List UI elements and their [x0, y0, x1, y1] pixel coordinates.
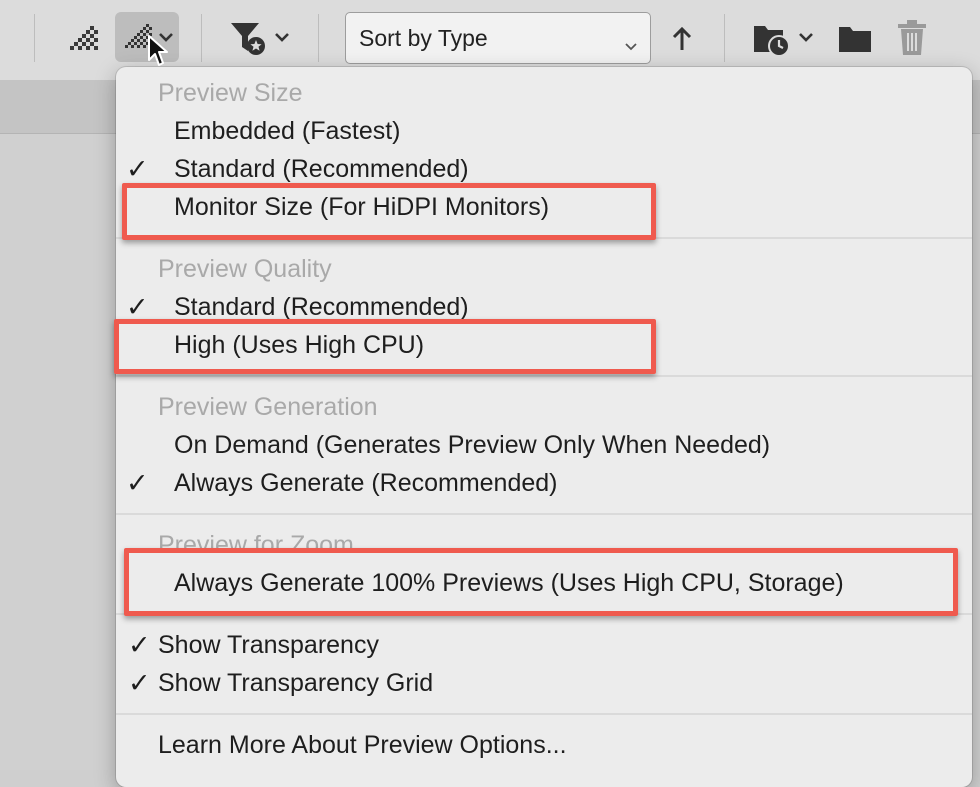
- menu-divider: [116, 375, 972, 377]
- menu-item-on-demand[interactable]: On Demand (Generates Preview Only When N…: [116, 426, 972, 464]
- menu-divider: [116, 713, 972, 715]
- menu-item-label: Embedded (Fastest): [174, 117, 401, 145]
- checkmark-icon: ✓: [126, 468, 149, 498]
- checkmark-icon: ✓: [128, 668, 151, 698]
- menu-section-header: Preview Quality: [116, 250, 972, 288]
- recent-folder-icon[interactable]: [750, 18, 794, 58]
- checkmark-icon: ✓: [128, 630, 151, 660]
- highlight-box: [122, 183, 656, 240]
- preview-size-header: Preview Size: [158, 79, 303, 107]
- menu-item-show-transparency[interactable]: ✓ Show Transparency: [116, 626, 972, 664]
- menu-divider: [116, 513, 972, 515]
- toolbar-separator: [318, 14, 319, 62]
- menu-item-label: On Demand (Generates Preview Only When N…: [174, 431, 771, 459]
- highlight-box: [114, 319, 656, 374]
- menu-item-show-transparency-grid[interactable]: ✓ Show Transparency Grid: [116, 664, 972, 702]
- new-folder-icon[interactable]: [835, 22, 875, 56]
- chevron-down-icon[interactable]: [796, 28, 816, 48]
- sort-ascending-icon[interactable]: [668, 22, 696, 56]
- menu-item-label: Always Generate (Recommended): [174, 469, 558, 497]
- chevron-down-icon: [624, 31, 638, 58]
- sort-by-label: Sort by Type: [359, 24, 488, 51]
- toolbar-separator: [724, 14, 725, 62]
- toolbar-separator: [201, 14, 202, 62]
- preview-generation-header: Preview Generation: [158, 393, 378, 421]
- preview-options-menu: Preview Size Embedded (Fastest) ✓ Standa…: [116, 67, 972, 787]
- menu-item-label: Learn More About Preview Options...: [158, 731, 567, 759]
- menu-item-label: Show Transparency: [158, 631, 379, 659]
- menu-item-embedded[interactable]: Embedded (Fastest): [116, 112, 972, 150]
- preview-quality-header: Preview Quality: [158, 255, 332, 283]
- menu-section-header: Preview Generation: [116, 388, 972, 426]
- menu-section-header: Preview Size: [116, 74, 972, 112]
- mouse-cursor-icon: [147, 34, 171, 73]
- menu-item-always-generate[interactable]: ✓ Always Generate (Recommended): [116, 464, 972, 502]
- chevron-down-icon[interactable]: [272, 28, 292, 48]
- filter-icon[interactable]: [228, 18, 268, 58]
- highlight-box: [124, 548, 958, 616]
- sort-by-select[interactable]: Sort by Type: [345, 12, 651, 64]
- menu-item-label: Show Transparency Grid: [158, 669, 434, 697]
- trash-icon[interactable]: [893, 18, 931, 58]
- menu-item-learn-more[interactable]: Learn More About Preview Options...: [116, 726, 972, 764]
- thumbnail-quality-icon[interactable]: [64, 22, 102, 56]
- toolbar-separator: [34, 14, 35, 62]
